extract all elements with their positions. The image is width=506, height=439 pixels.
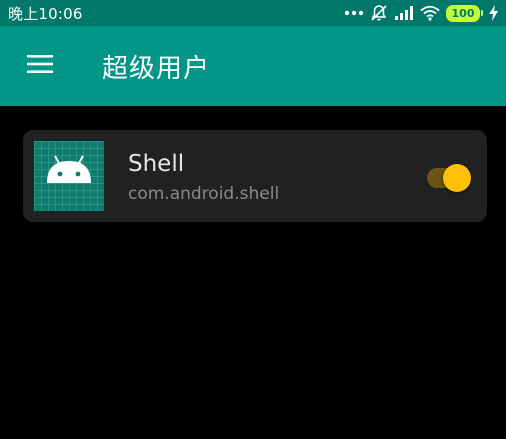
status-bar: 晚上10:06 100 [0,0,506,26]
status-time: 晚上10:06 [8,4,83,23]
battery-level: 100 [446,4,480,22]
app-package-name: com.android.shell [128,184,280,204]
toggle-thumb [443,164,471,192]
status-icons: 100 [344,0,498,26]
cell-signal-icon [394,5,414,21]
hamburger-menu-icon [27,54,53,78]
silent-mode-icon [370,4,388,22]
battery-cap [481,10,483,16]
page-title: 超级用户 [102,53,211,84]
android-robot-icon [34,141,104,211]
wifi-icon [420,5,440,21]
app-list-item[interactable]: Shell com.android.shell [23,130,487,222]
battery-icon: 100 [446,4,483,22]
app-bar: 超级用户 [0,26,506,106]
charging-bolt-icon [489,5,498,21]
hamburger-menu-button[interactable] [20,46,60,86]
superuser-toggle[interactable] [425,162,473,192]
app-name: Shell [128,151,185,177]
more-dots-icon [344,9,364,17]
